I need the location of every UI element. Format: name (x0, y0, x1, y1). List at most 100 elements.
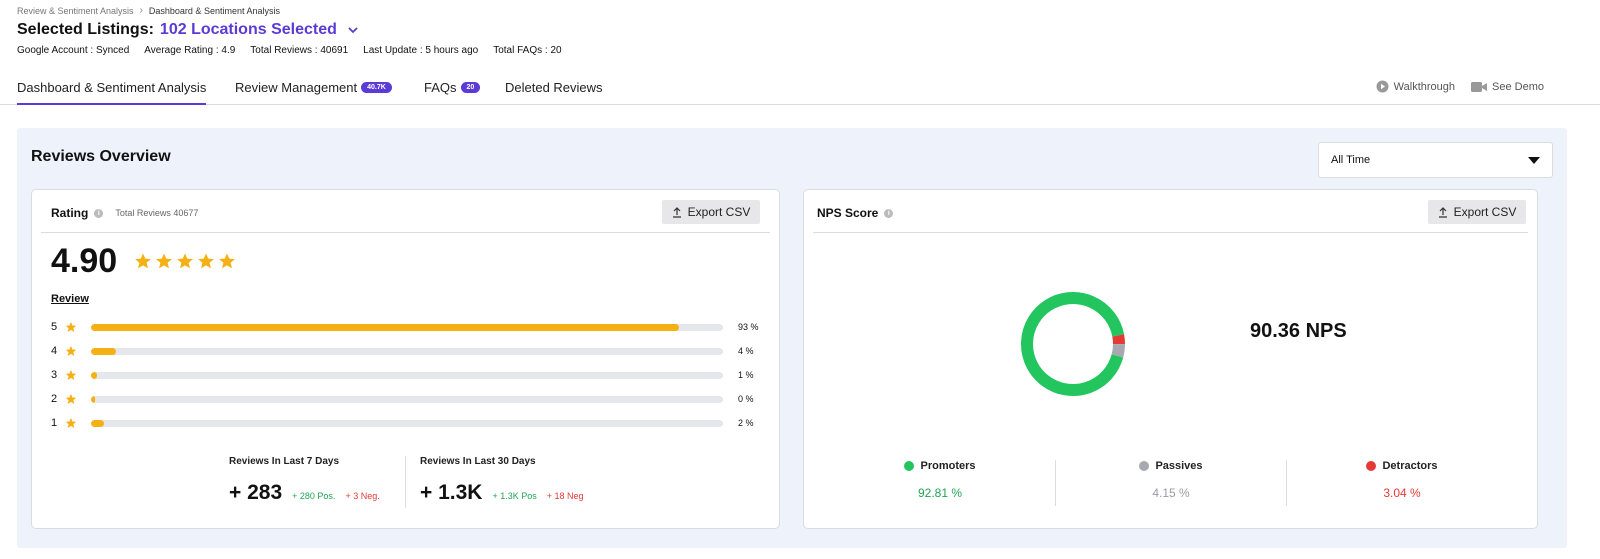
breadcrumb: Review & Sentiment Analysis › Dashboard … (17, 5, 280, 16)
meta-google-account: Google Account : Synced (17, 45, 130, 56)
legend-value: 4.15 % (1152, 486, 1190, 500)
rating-bar-row[interactable]: 1 2 % (51, 416, 766, 432)
rating-bar-track (91, 324, 723, 331)
divider (813, 232, 1528, 233)
export-csv-label: Export CSV (1453, 205, 1517, 219)
negative-count: + 18 Neg (546, 491, 584, 501)
legend-dot (1366, 461, 1377, 471)
video-camera-icon (1471, 81, 1488, 92)
stat-value: + 1.3K (420, 481, 483, 504)
export-csv-button[interactable]: Export CSV (662, 200, 760, 224)
star-icon (65, 370, 77, 380)
rating-bar-row[interactable]: 2 0 % (51, 392, 766, 408)
reviews-last-30-days: Reviews In Last 30 Days + 1.3K + 1.3K Po… (420, 456, 584, 505)
selected-locations[interactable]: 102 Locations Selected (160, 21, 337, 39)
walkthrough-button[interactable]: Walkthrough (1376, 80, 1455, 93)
time-range-value: All Time (1331, 154, 1371, 166)
review-link[interactable]: Review (51, 293, 89, 305)
nps-value: 90.36 NPS (1250, 320, 1347, 342)
rating-bar-track (91, 396, 723, 403)
donut-segment-passives[interactable] (1111, 343, 1125, 358)
meta-last-update: Last Update : 5 hours ago (363, 45, 479, 56)
rating-bar-track (91, 348, 723, 355)
tab-deleted-reviews[interactable]: Deleted Reviews (505, 80, 603, 95)
legend-dot (904, 461, 915, 471)
reviews-last-7-days: Reviews In Last 7 Days + 283 + 280 Pos. … (229, 456, 380, 505)
legend-label: Detractors (1287, 460, 1517, 472)
legend-dot (1139, 461, 1150, 471)
divider (41, 232, 770, 233)
star-icon (135, 253, 151, 269)
help-tools: Walkthrough See Demo (1376, 80, 1544, 93)
nps-card-header: NPS Score i (817, 206, 894, 220)
star-icon (219, 253, 235, 269)
upload-icon (672, 206, 681, 218)
legend-name: Detractors (1382, 460, 1438, 472)
meta-average-rating: Average Rating : 4.9 (144, 45, 236, 56)
rating-bar-percent: 1 % (738, 370, 754, 380)
star-level: 2 (51, 393, 58, 405)
play-circle-icon (1376, 80, 1389, 93)
rating-card-header: Rating i Total Reviews 40677 (51, 206, 198, 220)
tab-bar: Dashboard & Sentiment Analysis Review Ma… (0, 72, 1600, 105)
account-meta: Google Account : Synced Average Rating :… (17, 45, 562, 56)
rating-bar-percent: 2 % (738, 418, 754, 428)
walkthrough-label: Walkthrough (1393, 80, 1456, 93)
rating-bar-track (91, 372, 723, 379)
info-icon[interactable]: i (94, 208, 104, 218)
info-icon[interactable]: i (884, 208, 894, 218)
donut-segment-promoters[interactable] (1021, 292, 1125, 396)
rating-bar-row[interactable]: 5 93 % (51, 320, 766, 336)
time-range-select[interactable]: All Time (1318, 142, 1553, 178)
rating-card: Rating i Total Reviews 40677 Export CSV … (31, 189, 780, 529)
star-icon (65, 394, 77, 404)
stat-value: + 283 (229, 481, 283, 504)
nps-card-title: NPS Score (817, 206, 879, 220)
meta-total-reviews: Total Reviews : 40691 (250, 45, 349, 56)
total-reviews-label: Total Reviews 40677 (115, 208, 199, 218)
see-demo-button[interactable]: See Demo (1471, 80, 1544, 93)
star-icon (198, 253, 214, 269)
legend-value: 92.81 % (917, 486, 963, 500)
section-title: Reviews Overview (31, 148, 171, 165)
star-icon (65, 322, 77, 332)
export-csv-button[interactable]: Export CSV (1428, 200, 1526, 224)
positive-count: + 1.3K Pos (492, 491, 537, 501)
positive-count: + 280 Pos. (292, 491, 336, 501)
page-header: Review & Sentiment Analysis › Dashboard … (0, 0, 1600, 105)
legend-name: Passives (1155, 460, 1203, 472)
tab-label: Deleted Reviews (505, 80, 603, 95)
stat-value-row: + 283 + 280 Pos. + 3 Neg. (229, 481, 380, 505)
star-level: 3 (51, 369, 58, 381)
tab-dashboard[interactable]: Dashboard & Sentiment Analysis (17, 80, 207, 105)
export-csv-label: Export CSV (687, 205, 751, 219)
stat-label: Reviews In Last 30 Days (420, 456, 536, 467)
rating-bar-fill (91, 420, 104, 427)
tab-review-management[interactable]: Review Management 40.7K (235, 80, 392, 95)
meta-total-faqs: Total FAQs : 20 (493, 45, 562, 56)
star-level: 5 (51, 321, 58, 333)
star-icon (65, 418, 77, 428)
stat-value-row: + 1.3K + 1.3K Pos + 18 Neg (420, 481, 584, 505)
tab-faqs[interactable]: FAQs 20 (424, 80, 481, 95)
see-demo-label: See Demo (1492, 80, 1544, 93)
rating-stars (134, 252, 236, 270)
listing-selector[interactable]: Selected Listings: 102 Locations Selecte… (17, 21, 359, 39)
chevron-down-icon[interactable] (347, 24, 359, 36)
breadcrumb-parent[interactable]: Review & Sentiment Analysis (17, 6, 134, 16)
chevron-right-icon: › (139, 5, 143, 16)
donut-segment-detractors[interactable] (1112, 334, 1125, 345)
rating-bar-row[interactable]: 3 1 % (51, 368, 766, 384)
page-title: Selected Listings: (17, 21, 154, 38)
legend-name: Promoters (920, 460, 976, 472)
count-badge: 40.7K (361, 82, 392, 93)
legend-promoters: Promoters 92.81 % (825, 460, 1055, 500)
star-icon (65, 346, 77, 356)
count-badge: 20 (460, 82, 481, 93)
rating-bar-row[interactable]: 4 4 % (51, 344, 766, 360)
average-rating: 4.90 (51, 242, 118, 280)
nps-donut-chart[interactable] (1020, 291, 1126, 397)
star-icon (177, 253, 193, 269)
star-icon (156, 253, 172, 269)
rating-bar-fill (91, 396, 95, 403)
